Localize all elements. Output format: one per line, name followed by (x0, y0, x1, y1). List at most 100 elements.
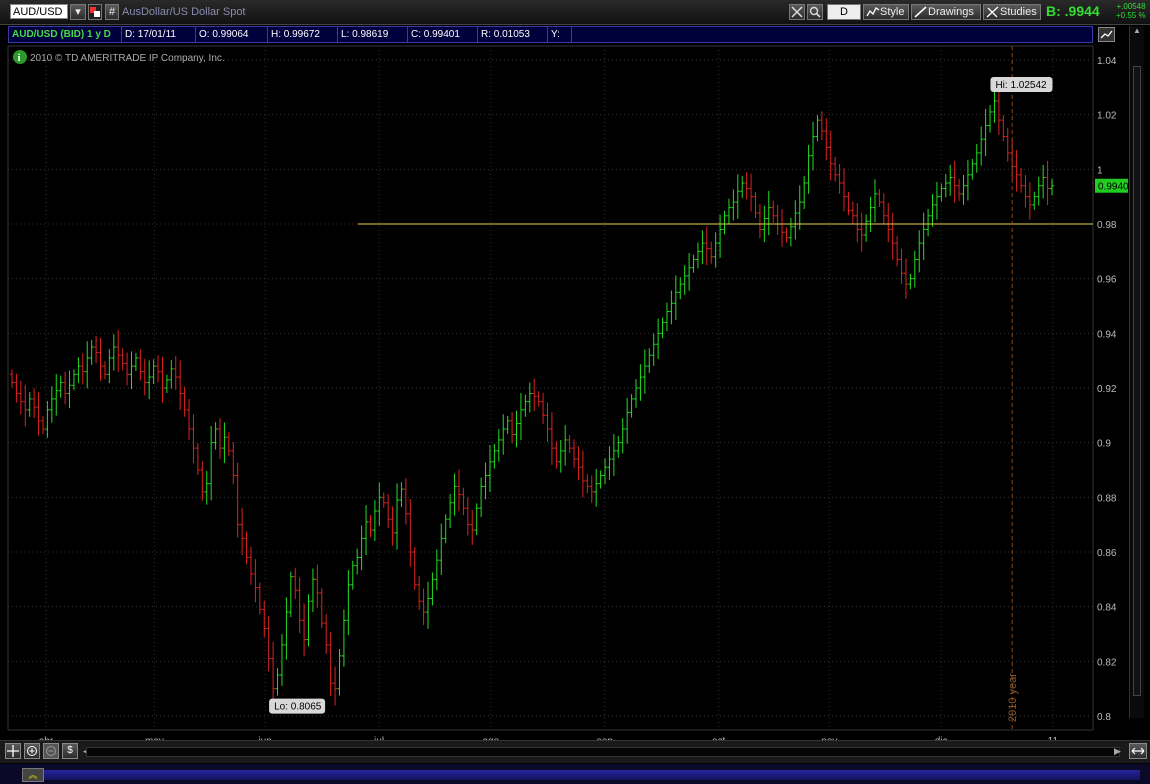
ohlc-bar[interactable] (554, 441, 559, 469)
ohlc-bar[interactable] (125, 352, 130, 386)
ohlc-bar[interactable] (80, 353, 85, 385)
ohlc-bar[interactable] (877, 189, 882, 208)
ohlc-bar[interactable] (527, 382, 532, 413)
ohlc-bar[interactable] (120, 348, 125, 371)
ohlc-bar[interactable] (594, 468, 599, 507)
ohlc-bar[interactable] (917, 230, 922, 273)
vertical-scroll-thumb[interactable] (1133, 66, 1141, 696)
ohlc-bar[interactable] (850, 201, 855, 225)
ohlc-bar[interactable] (753, 191, 758, 218)
ohlc-bar[interactable] (448, 493, 453, 529)
ohlc-bar[interactable] (226, 432, 231, 456)
ohlc-bar[interactable] (607, 446, 612, 481)
ohlc-bar[interactable] (346, 570, 351, 636)
chart-settings-button[interactable] (1098, 27, 1115, 42)
ohlc-bar[interactable] (89, 340, 94, 365)
ohlc-bar[interactable] (563, 425, 568, 466)
ohlc-bar[interactable] (293, 567, 298, 600)
ohlc-bar[interactable] (328, 632, 333, 696)
ohlc-bar[interactable] (262, 600, 267, 638)
ohlc-bar[interactable] (629, 394, 634, 418)
ohlc-bar[interactable] (780, 209, 785, 247)
ohlc-bar[interactable] (541, 392, 546, 425)
ohlc-bar[interactable] (943, 174, 948, 198)
ohlc-bar[interactable] (315, 564, 320, 608)
ohlc-bar[interactable] (572, 439, 577, 468)
drawings-button[interactable]: Drawings (911, 4, 981, 20)
scroll-right-icon[interactable]: ▶ (1114, 746, 1121, 757)
ohlc-bar[interactable] (855, 203, 860, 243)
period-button[interactable]: D (827, 4, 861, 20)
ohlc-bar[interactable] (456, 469, 461, 512)
ohlc-bar[interactable] (802, 176, 807, 210)
ohlc-bar[interactable] (14, 373, 19, 403)
expand-button[interactable] (1129, 743, 1147, 759)
ohlc-bar[interactable] (94, 336, 99, 364)
ohlc-bar[interactable] (806, 144, 811, 194)
ohlc-bar[interactable] (244, 531, 249, 565)
ohlc-bar[interactable] (842, 168, 846, 212)
ohlc-bar[interactable] (872, 179, 877, 223)
crosshair-tool-button[interactable] (789, 4, 805, 20)
ohlc-bar[interactable] (434, 549, 439, 591)
dollar-button[interactable]: $ (62, 743, 78, 759)
ohlc-bar[interactable] (930, 194, 935, 227)
ohlc-bar[interactable] (744, 172, 749, 200)
symbol-input[interactable]: AUD/USD (10, 4, 68, 19)
ohlc-bar[interactable] (350, 560, 355, 590)
ohlc-bar[interactable] (864, 214, 869, 242)
ohlc-bar[interactable] (510, 411, 515, 444)
ohlc-bar[interactable] (337, 648, 342, 696)
ohlc-bar[interactable] (483, 462, 488, 500)
ohlc-bar[interactable] (713, 232, 718, 268)
ohlc-bar[interactable] (757, 204, 762, 239)
ohlc-bar[interactable] (1050, 178, 1054, 196)
ohlc-bar[interactable] (895, 236, 900, 267)
ohlc-bar[interactable] (837, 163, 842, 194)
ohlc-bar[interactable] (616, 435, 621, 458)
ohlc-bar[interactable] (983, 108, 988, 156)
ohlc-bar[interactable] (815, 115, 820, 142)
price-chart[interactable]: 2010 yearHi: 1.02542Lo: 0.8065 0.80.820.… (0, 44, 1128, 740)
ohlc-bar[interactable] (642, 349, 647, 394)
ohlc-bar[interactable] (501, 414, 506, 455)
horizontal-scrollbar[interactable] (86, 747, 1120, 757)
ohlc-bar[interactable] (580, 450, 585, 498)
ohlc-bar[interactable] (558, 440, 563, 473)
ohlc-bar[interactable] (76, 357, 81, 384)
ohlc-bar[interactable] (213, 422, 218, 450)
ohlc-bar[interactable] (266, 615, 271, 672)
ohlc-bar[interactable] (970, 158, 975, 180)
ohlc-bar[interactable] (514, 410, 519, 448)
ohlc-bar[interactable] (386, 493, 391, 529)
ohlc-bar[interactable] (598, 470, 603, 489)
ohlc-bar[interactable] (589, 475, 594, 503)
ohlc-bar[interactable] (961, 174, 966, 205)
ohlc-bar[interactable] (470, 509, 475, 545)
ohlc-bar[interactable] (200, 461, 205, 501)
ohlc-bar[interactable] (452, 473, 457, 516)
ohlc-bar[interactable] (40, 415, 45, 434)
ohlc-bar[interactable] (138, 349, 143, 381)
ohlc-bar[interactable] (32, 388, 37, 418)
ohlc-bar[interactable] (664, 302, 669, 332)
ohlc-bar[interactable] (1014, 149, 1019, 192)
ohlc-bar[interactable] (673, 275, 678, 320)
ohlc-bar[interactable] (811, 121, 816, 171)
ohlc-bar[interactable] (195, 443, 200, 475)
ohlc-bar[interactable] (709, 241, 714, 264)
ohlc-bar[interactable] (974, 144, 979, 173)
ohlc-bar[interactable] (173, 356, 178, 390)
ohlc-bar[interactable] (288, 571, 293, 618)
symbol-dropdown-button[interactable]: ▾ (70, 4, 86, 20)
ohlc-bar[interactable] (824, 118, 829, 161)
ohlc-bar[interactable] (523, 394, 528, 417)
ohlc-bar[interactable] (426, 581, 430, 629)
ohlc-bar[interactable] (735, 174, 740, 219)
hash-button[interactable]: # (105, 4, 119, 20)
ohlc-bar[interactable] (1032, 191, 1037, 210)
ohlc-bar[interactable] (647, 348, 652, 374)
ohlc-bar[interactable] (27, 392, 32, 417)
ohlc-bar[interactable] (443, 514, 448, 544)
ohlc-bar[interactable] (819, 111, 824, 140)
